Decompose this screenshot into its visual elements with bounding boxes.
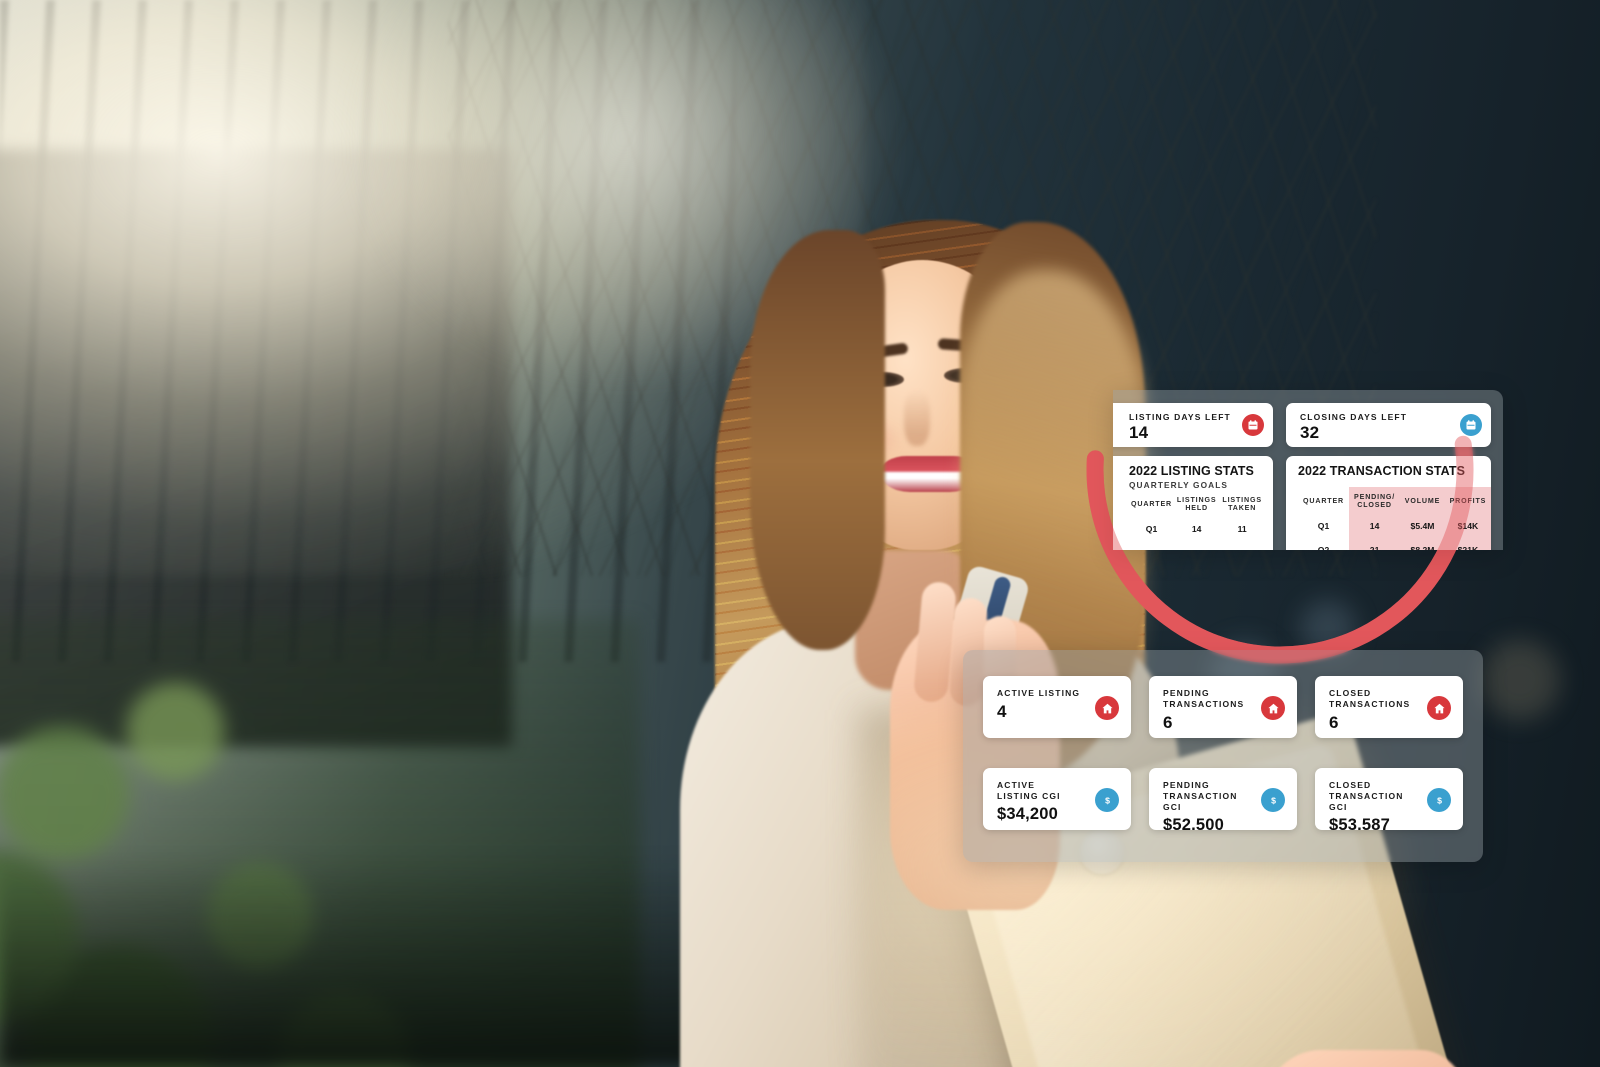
table-cell: Q2 bbox=[1129, 541, 1174, 550]
metric-tile-label: CLOSED TRANSACTION GCI bbox=[1329, 780, 1404, 812]
woman-subject bbox=[560, 150, 1470, 1067]
table-header-row: QUARTER PENDING/ CLOSED VOLUME PROFITS bbox=[1298, 487, 1491, 514]
metric-tile-label: CLOSED TRANSACTIONS bbox=[1329, 688, 1411, 709]
listing-stats-title: 2022 LISTING STATS bbox=[1129, 464, 1254, 478]
table-row: Q1 14 11 bbox=[1129, 517, 1265, 541]
hair-front-left bbox=[750, 230, 885, 650]
table-cell: Q2 bbox=[1317, 545, 1330, 550]
column-header: VOLUME bbox=[1400, 487, 1445, 514]
metric-tile-value: $34,200 bbox=[997, 805, 1059, 823]
metric-tile[interactable]: CLOSED TRANSACTIONS 6 bbox=[1315, 676, 1463, 738]
table-cell: 14 bbox=[1349, 514, 1401, 538]
nose bbox=[904, 390, 930, 446]
calendar-icon bbox=[1242, 414, 1264, 436]
listing-stats-table: QUARTER LISTINGS HELD LISTINGS TAKEN Q1 14 1… bbox=[1129, 490, 1265, 550]
metric-tile[interactable]: ACTIVE LISTING CGI $34,200 $ bbox=[983, 768, 1131, 830]
transaction-stats-table: QUARTER PENDING/ CLOSED VOLUME PROFITS Q1 14… bbox=[1298, 487, 1491, 550]
table-cell: $5.4M bbox=[1400, 514, 1445, 538]
dollar-coin-icon: $ bbox=[1261, 788, 1285, 812]
column-header: QUARTER bbox=[1131, 500, 1173, 508]
kpi-value: 32 bbox=[1300, 423, 1320, 442]
transaction-stats-title: 2022 TRANSACTION STATS bbox=[1298, 464, 1466, 478]
table-cell: 11 bbox=[1237, 524, 1247, 534]
house-icon bbox=[1095, 696, 1119, 720]
table-row: Q1 14 $5.4M $14K bbox=[1298, 514, 1491, 538]
table-cell: $21K bbox=[1444, 538, 1491, 550]
svg-text:$: $ bbox=[1271, 795, 1276, 805]
table-cell: 20 bbox=[1174, 541, 1219, 550]
dollar-coin-icon: $ bbox=[1427, 788, 1451, 812]
metric-tile-label: ACTIVE LISTING CGI bbox=[997, 780, 1061, 801]
metric-tile-value: 4 bbox=[997, 702, 1007, 721]
svg-text:$: $ bbox=[1437, 795, 1442, 805]
bottom-metrics-panel: ACTIVE LISTING 4 PENDING TRANSACTIONS 6 CLOS… bbox=[963, 650, 1483, 862]
table-row: Q2 21 $8.2M $21K bbox=[1298, 538, 1491, 550]
svg-text:$: $ bbox=[1105, 795, 1110, 805]
table-cell: Q1 bbox=[1145, 524, 1158, 534]
table-cell: 21 bbox=[1349, 538, 1401, 550]
transaction-stats-card[interactable]: 2022 TRANSACTION STATS QUARTER PENDING/ C… bbox=[1286, 456, 1491, 550]
kpi-value: 14 bbox=[1129, 423, 1149, 442]
metric-tile[interactable]: ACTIVE LISTING 4 bbox=[983, 676, 1131, 738]
metric-tile-value: 6 bbox=[1329, 713, 1339, 732]
metric-tile[interactable]: CLOSED TRANSACTION GCI $53,587 $ bbox=[1315, 768, 1463, 830]
metric-tile-label: PENDING TRANSACTION GCI bbox=[1163, 780, 1238, 812]
top-stats-panel: LISTING DAYS LEFT 14 CLOSING DAYS LEFT 3… bbox=[1113, 390, 1503, 550]
kpi-card-listing-days-left[interactable]: LISTING DAYS LEFT 14 bbox=[1113, 403, 1273, 447]
listing-stats-card[interactable]: 2022 LISTING STATS QUARTERLY GOALS QUART… bbox=[1113, 456, 1273, 550]
kpi-label: CLOSING DAYS LEFT bbox=[1300, 412, 1408, 422]
metric-tile[interactable]: PENDING TRANSACTION GCI $52,500 $ bbox=[1149, 768, 1297, 830]
column-header: QUARTER bbox=[1303, 497, 1345, 505]
kpi-card-closing-days-left[interactable]: CLOSING DAYS LEFT 32 bbox=[1286, 403, 1491, 447]
column-header: LISTINGS TAKEN bbox=[1222, 496, 1262, 512]
bokeh-light bbox=[1480, 640, 1560, 720]
metric-tile-value: $52,500 bbox=[1163, 816, 1225, 830]
column-header: PENDING/ CLOSED bbox=[1349, 487, 1401, 514]
table-row: Q22016 bbox=[1129, 541, 1265, 550]
metric-tile-label: PENDING TRANSACTIONS bbox=[1163, 688, 1245, 709]
metric-tile-value: 6 bbox=[1163, 713, 1173, 732]
table-cell: 14 bbox=[1191, 524, 1202, 534]
table-cell: $8.2M bbox=[1400, 538, 1445, 550]
table-header-row: QUARTER LISTINGS HELD LISTINGS TAKEN bbox=[1129, 490, 1265, 517]
metric-tile[interactable]: PENDING TRANSACTIONS 6 bbox=[1149, 676, 1297, 738]
calendar-icon bbox=[1460, 414, 1482, 436]
listing-stats-subtitle: QUARTERLY GOALS bbox=[1129, 480, 1229, 490]
screenshot-stage: LISTING DAYS LEFT 14 CLOSING DAYS LEFT 3… bbox=[0, 0, 1600, 1067]
column-header: LISTINGS HELD bbox=[1176, 496, 1217, 512]
column-header: PROFITS bbox=[1444, 487, 1491, 514]
table-cell: Q1 bbox=[1317, 521, 1330, 531]
table-cell: 16 bbox=[1219, 541, 1265, 550]
table-cell: $14K bbox=[1444, 514, 1491, 538]
dollar-coin-icon: $ bbox=[1095, 788, 1119, 812]
house-icon bbox=[1261, 696, 1285, 720]
metric-tile-value: $53,587 bbox=[1329, 816, 1391, 830]
kpi-label: LISTING DAYS LEFT bbox=[1129, 412, 1231, 422]
metric-tile-label: ACTIVE LISTING bbox=[997, 688, 1081, 698]
house-icon bbox=[1427, 696, 1451, 720]
